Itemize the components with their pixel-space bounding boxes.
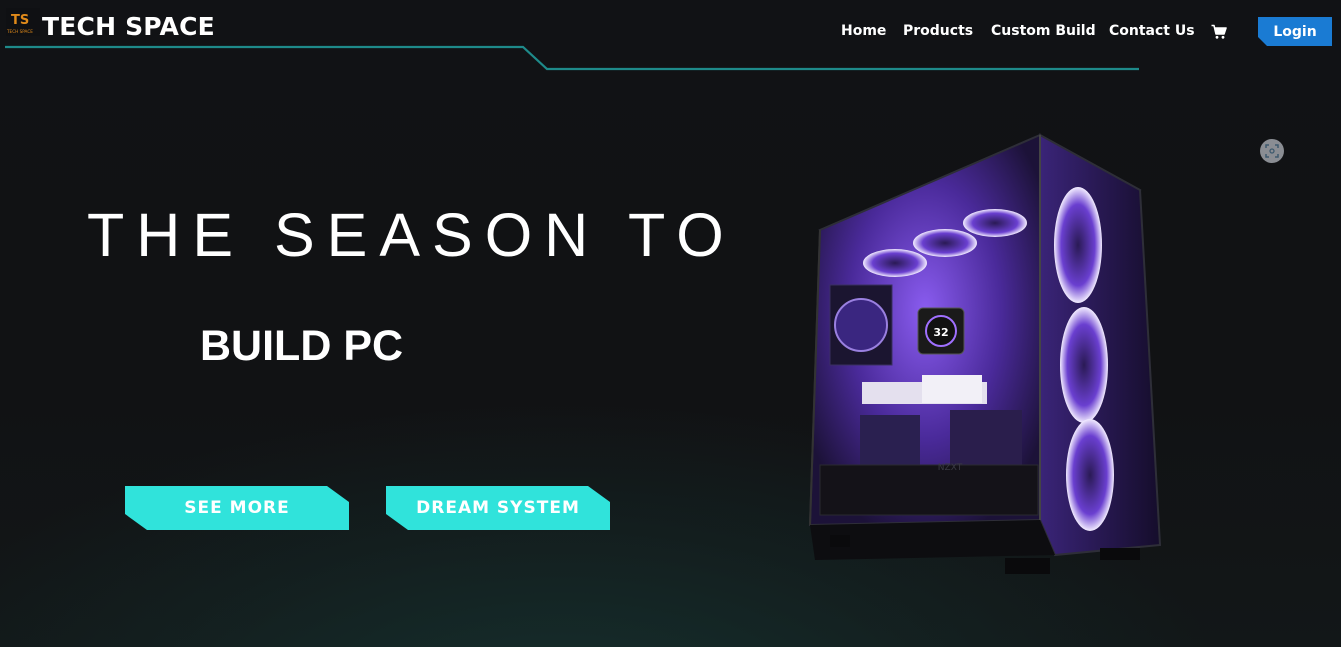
login-button[interactable]: Login [1258, 17, 1332, 46]
expand-icon[interactable] [1260, 139, 1284, 163]
header-divider-line [5, 45, 1139, 71]
hero-subheadline: BUILD PC [200, 322, 404, 370]
nav-home[interactable]: Home [841, 23, 886, 39]
case-brand-text: NZXT [938, 463, 963, 473]
logo-subtext: TECH SPACE [6, 29, 33, 34]
pump-display-text: 32 [933, 326, 948, 339]
page: TS TECH SPACE TECH SPACE Home Products C… [0, 0, 1341, 647]
logo-text: TS [11, 13, 29, 28]
cart-icon[interactable] [1211, 24, 1227, 40]
dream-system-button[interactable]: DREAM SYSTEM [386, 486, 610, 530]
brand-name[interactable]: TECH SPACE [42, 12, 215, 41]
pc-case-image: 32 NZXT [808, 133, 1162, 574]
hero-headline: THE SEASON TO [87, 201, 736, 269]
nav-custom-build[interactable]: Custom Build [991, 23, 1096, 39]
see-more-button[interactable]: SEE MORE [125, 486, 349, 530]
nav-contact-us[interactable]: Contact Us [1109, 23, 1195, 39]
nav-products[interactable]: Products [903, 23, 973, 39]
logo-icon[interactable]: TS TECH SPACE [6, 8, 40, 36]
